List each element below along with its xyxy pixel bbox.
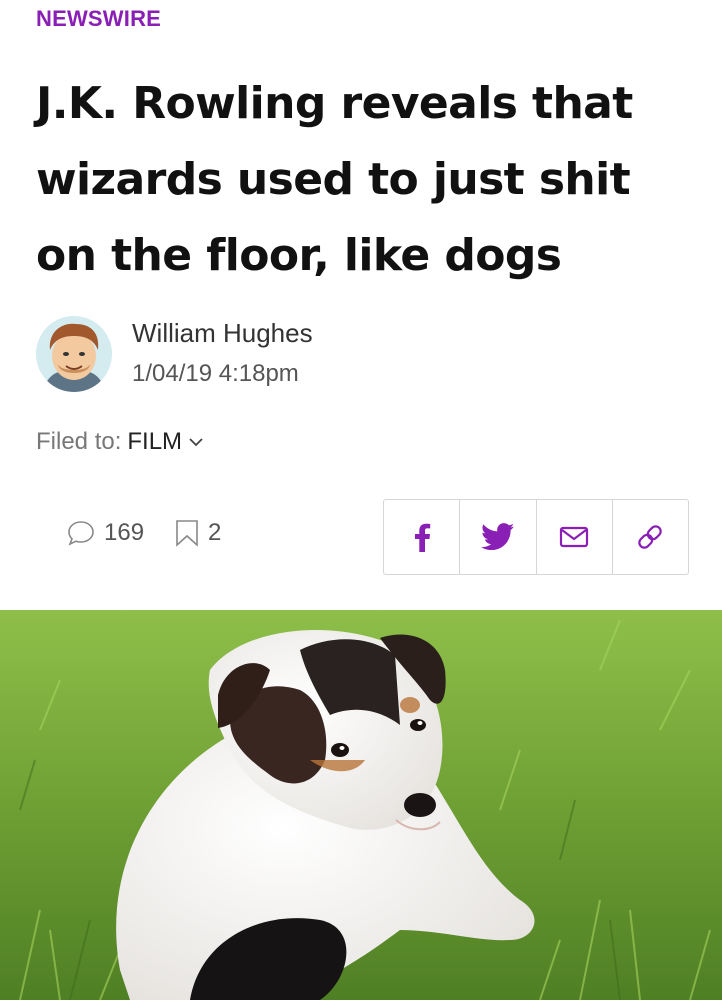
comments-count[interactable]: 169 — [66, 518, 144, 548]
email-icon — [560, 526, 589, 548]
bookmark-count[interactable]: 2 — [174, 518, 221, 548]
twitter-icon — [480, 523, 515, 551]
author-avatar[interactable] — [36, 316, 112, 392]
share-email-button[interactable] — [537, 500, 613, 574]
section-tag[interactable]: NEWSWIRE — [36, 6, 161, 32]
article-stats: 169 2 — [66, 518, 221, 548]
filed-to-label: Filed to: — [36, 428, 122, 455]
speech-bubble-icon — [68, 521, 94, 546]
comments-count-value: 169 — [104, 519, 145, 546]
publish-date: 1/04/19 4:18pm — [132, 360, 299, 387]
facebook-icon — [414, 523, 430, 552]
cartoon-avatar-icon — [36, 316, 112, 392]
bookmark-count-value: 2 — [208, 519, 222, 546]
link-icon — [638, 525, 663, 549]
filed-category-link[interactable]: FILM — [127, 428, 182, 456]
author-name[interactable]: William Hughes — [132, 318, 313, 349]
share-twitter-button[interactable] — [460, 500, 537, 574]
share-link-button[interactable] — [613, 500, 688, 574]
article-headline: J.K. Rowling reveals that wizards used t… — [36, 78, 633, 281]
hero-image — [0, 610, 722, 1000]
bookmark-icon — [176, 520, 198, 547]
share-facebook-button[interactable] — [384, 500, 461, 574]
filed-to: Filed to: FILM — [36, 428, 204, 456]
chevron-down-icon[interactable] — [188, 434, 204, 450]
share-bar — [383, 499, 689, 575]
puppy-photo — [0, 610, 722, 1000]
